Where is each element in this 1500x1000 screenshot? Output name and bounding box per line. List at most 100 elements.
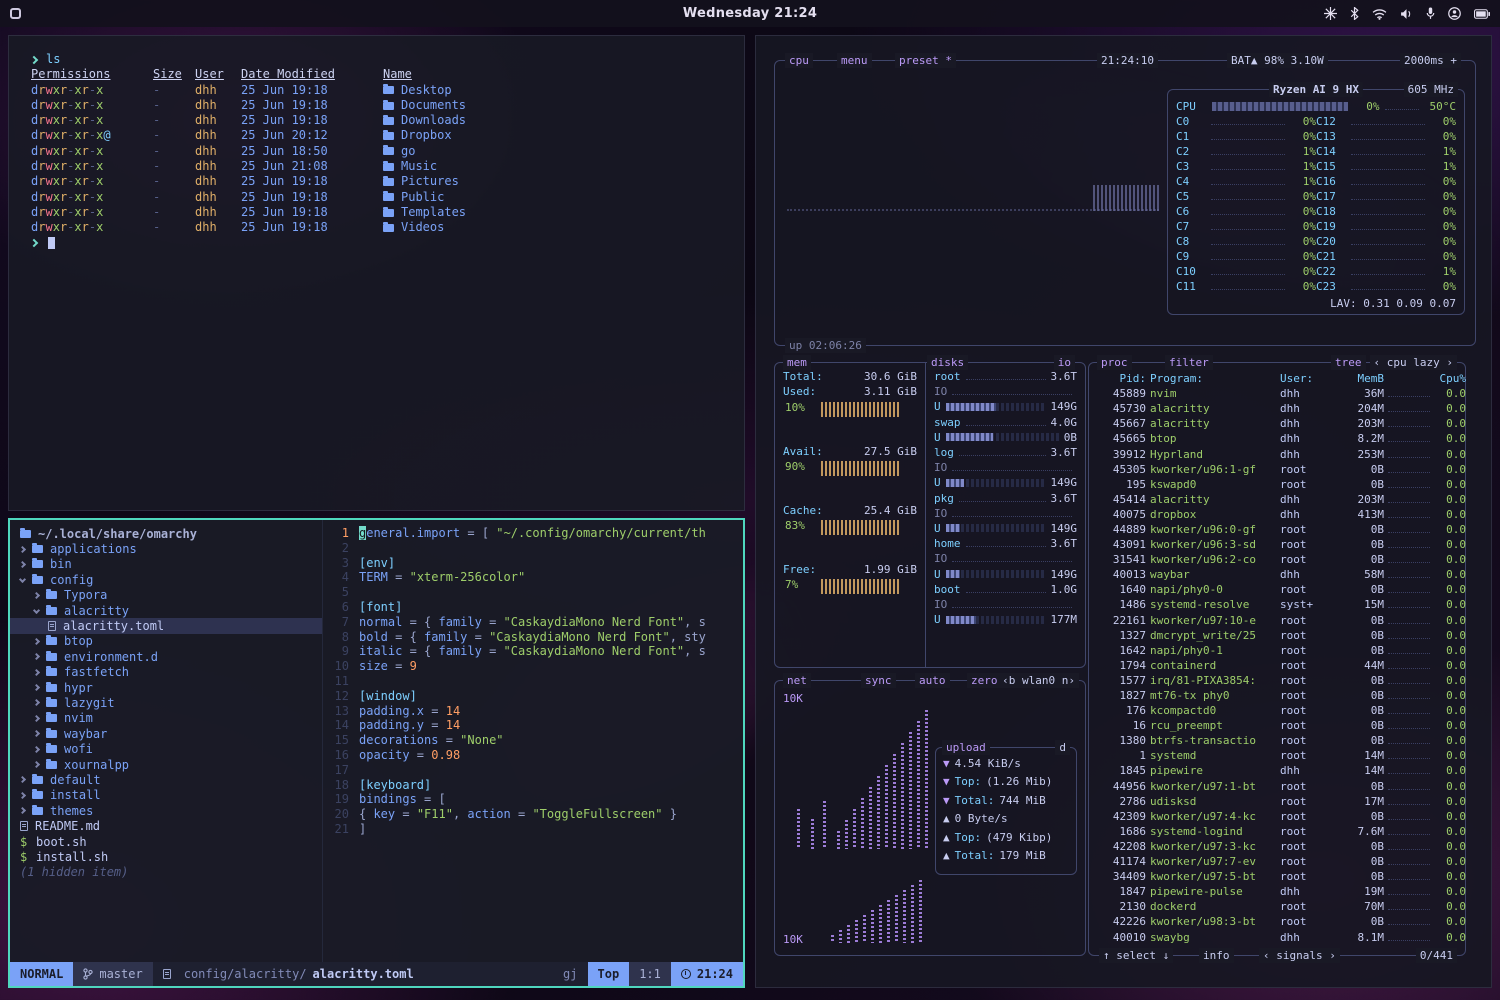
update-interval[interactable]: 2000ms + bbox=[1400, 53, 1461, 68]
process-row[interactable]: 40075dropboxdhh413M0.0 bbox=[1089, 507, 1465, 522]
code-line[interactable]: 13padding.x = 14 bbox=[323, 704, 743, 719]
process-row[interactable]: 45889nvimdhh36M0.0 bbox=[1089, 386, 1465, 401]
terminal-nvim[interactable]: ~/.local/share/omarchyapplicationsbincon… bbox=[8, 518, 745, 988]
code-line[interactable]: 6[font] bbox=[323, 600, 743, 615]
process-row[interactable]: 42309kworker/u97:4-kcroot0B0.0 bbox=[1089, 809, 1465, 824]
net-box-label[interactable]: net bbox=[783, 673, 811, 688]
tree-item-applications[interactable]: applications bbox=[10, 541, 322, 556]
info-button[interactable]: info bbox=[1199, 948, 1234, 963]
tree-item-xournalpp[interactable]: xournalpp bbox=[10, 757, 322, 772]
process-row[interactable]: 34409kworker/u97:5-btroot0B0.0 bbox=[1089, 869, 1465, 884]
net-sync-button[interactable]: sync bbox=[861, 673, 896, 688]
process-row[interactable]: 195kswapd0root0B0.0 bbox=[1089, 477, 1465, 492]
account-icon[interactable] bbox=[1448, 7, 1461, 20]
code-line[interactable]: 18[keyboard] bbox=[323, 778, 743, 793]
process-row[interactable]: 1686systemd-logindroot7.6M0.0 bbox=[1089, 824, 1465, 839]
tree-item-default[interactable]: default bbox=[10, 772, 322, 787]
process-row[interactable]: 43091kworker/u96:3-sdroot0B0.0 bbox=[1089, 537, 1465, 552]
git-branch[interactable]: master bbox=[73, 962, 152, 986]
net-interface[interactable]: ‹b wlan0 n› bbox=[998, 673, 1079, 688]
process-row[interactable]: 1827mt76-tx phy0root0B0.0 bbox=[1089, 688, 1465, 703]
code-line[interactable]: 14padding.y = 14 bbox=[323, 718, 743, 733]
code-line[interactable]: 19bindings = [ bbox=[323, 792, 743, 807]
tree-item-readme.md[interactable]: README.md bbox=[10, 818, 322, 833]
process-row[interactable]: 42226kworker/u98:3-btroot0B0.0 bbox=[1089, 914, 1465, 929]
code-line[interactable]: 7normal = { family = "CaskaydiaMono Nerd… bbox=[323, 615, 743, 630]
code-line[interactable]: 4TERM = "xterm-256color" bbox=[323, 570, 743, 585]
process-row[interactable]: 39912Hyprlanddhh253M0.0 bbox=[1089, 446, 1465, 461]
process-row[interactable]: 45414alacrittydhh203M0.0 bbox=[1089, 492, 1465, 507]
preset-button[interactable]: preset * bbox=[895, 53, 956, 68]
filter-button[interactable]: filter bbox=[1165, 355, 1213, 370]
process-row[interactable]: 1640napi/phy0-0root0B0.0 bbox=[1089, 582, 1465, 597]
code-line[interactable]: 2 bbox=[323, 541, 743, 556]
battery-icon[interactable] bbox=[1474, 9, 1490, 19]
process-row[interactable]: 2786udisksdroot17M0.0 bbox=[1089, 794, 1465, 809]
process-row[interactable]: 1577irq/81-PIXA3854:root0B0.0 bbox=[1089, 673, 1465, 688]
process-row[interactable]: 40013waybardhh58M0.0 bbox=[1089, 567, 1465, 582]
terminal-ls[interactable]: ls PermissionsSizeUserDate ModifiedNamed… bbox=[8, 35, 745, 511]
code-line[interactable]: 3[env] bbox=[323, 556, 743, 571]
tree-item-nvim[interactable]: nvim bbox=[10, 711, 322, 726]
code-line[interactable]: 15decorations = "None" bbox=[323, 733, 743, 748]
process-row[interactable]: 1794containerdroot44M0.0 bbox=[1089, 658, 1465, 673]
process-row[interactable]: 1systemdroot14M0.0 bbox=[1089, 748, 1465, 763]
snowflake-icon[interactable] bbox=[1324, 7, 1337, 20]
terminal-btop[interactable]: cpu menu preset * 21:24:10 BAT▲ 98% 3.10… bbox=[755, 35, 1492, 988]
signals-button[interactable]: ‹ signals › bbox=[1259, 948, 1340, 963]
process-row[interactable]: 40010swaybgdhh8.1M0.0 bbox=[1089, 929, 1465, 944]
tree-item-alacritty.toml[interactable]: alacritty.toml bbox=[10, 618, 322, 633]
process-row[interactable]: 176kcompactd0root0B0.0 bbox=[1089, 703, 1465, 718]
process-row[interactable]: 44956kworker/u97:1-btroot0B0.0 bbox=[1089, 779, 1465, 794]
sort-selector[interactable]: ‹ cpu lazy › bbox=[1370, 355, 1457, 370]
process-row[interactable]: 1642napi/phy0-1root0B0.0 bbox=[1089, 643, 1465, 658]
select-hint[interactable]: ↑ select ↓ bbox=[1099, 948, 1173, 963]
code-line[interactable]: 16opacity = 0.98 bbox=[323, 748, 743, 763]
tree-item-hypr[interactable]: hypr bbox=[10, 680, 322, 695]
process-row[interactable]: 1380btrfs-transactioroot0B0.0 bbox=[1089, 733, 1465, 748]
process-row[interactable]: 42208kworker/u97:3-kcroot0B0.0 bbox=[1089, 839, 1465, 854]
tree-toggle[interactable]: tree bbox=[1331, 355, 1366, 370]
io-label[interactable]: io bbox=[1054, 355, 1075, 370]
tree-item-fastfetch[interactable]: fastfetch bbox=[10, 665, 322, 680]
code-line[interactable]: 11 bbox=[323, 674, 743, 689]
process-row[interactable]: 1845pipewiredhh14M0.0 bbox=[1089, 763, 1465, 778]
code-line[interactable]: 10size = 9 bbox=[323, 659, 743, 674]
process-row[interactable]: 2130dockerdroot70M0.0 bbox=[1089, 899, 1465, 914]
tree-item-lazygit[interactable]: lazygit bbox=[10, 695, 322, 710]
disks-label[interactable]: disks bbox=[927, 355, 968, 370]
bluetooth-icon[interactable] bbox=[1350, 7, 1359, 20]
process-row[interactable]: 41174kworker/u97:7-evroot0B0.0 bbox=[1089, 854, 1465, 869]
code-line[interactable]: 21] bbox=[323, 822, 743, 837]
code-line[interactable]: 1general.import = [ "~/.config/omarchy/c… bbox=[323, 526, 743, 541]
tree-item-wofi[interactable]: wofi bbox=[10, 741, 322, 756]
tree-item-boot.sh[interactable]: $boot.sh bbox=[10, 834, 322, 849]
proc-box-label[interactable]: proc bbox=[1097, 355, 1132, 370]
process-row[interactable]: 1847pipewire-pulsedhh19M0.0 bbox=[1089, 884, 1465, 899]
clock[interactable]: Wednesday 21:24 bbox=[0, 6, 1500, 21]
process-row[interactable]: 1327dmcrypt_write/25root0B0.0 bbox=[1089, 628, 1465, 643]
net-auto-button[interactable]: auto bbox=[915, 673, 950, 688]
code-line[interactable]: 9italic = { family = "CaskaydiaMono Nerd… bbox=[323, 644, 743, 659]
tree-item-bin[interactable]: bin bbox=[10, 557, 322, 572]
process-row[interactable]: 1486systemd-resolvesyst+15M0.0 bbox=[1089, 597, 1465, 612]
process-row[interactable]: 31541kworker/u96:2-coroot0B0.0 bbox=[1089, 552, 1465, 567]
tree-item-waybar[interactable]: waybar bbox=[10, 726, 322, 741]
tree-item-config[interactable]: config bbox=[10, 572, 322, 587]
process-row[interactable]: 45665btopdhh8.2M0.0 bbox=[1089, 431, 1465, 446]
process-row[interactable]: 16rcu_preemptroot0B0.0 bbox=[1089, 718, 1465, 733]
code-line[interactable]: 20{ key = "F11", action = "ToggleFullscr… bbox=[323, 807, 743, 822]
tree-item-themes[interactable]: themes bbox=[10, 803, 322, 818]
microphone-icon[interactable] bbox=[1426, 7, 1435, 20]
menu-button[interactable]: menu bbox=[837, 53, 872, 68]
code-line[interactable]: 5 bbox=[323, 585, 743, 600]
code-line[interactable]: 12[window] bbox=[323, 689, 743, 704]
tree-item-typora[interactable]: Typora bbox=[10, 588, 322, 603]
tree-item-btop[interactable]: btop bbox=[10, 634, 322, 649]
process-row[interactable]: 45667alacrittydhh203M0.0 bbox=[1089, 416, 1465, 431]
cpu-box-label[interactable]: cpu bbox=[785, 53, 813, 68]
net-zero-button[interactable]: zero bbox=[967, 673, 1002, 688]
volume-icon[interactable] bbox=[1400, 8, 1413, 20]
process-row[interactable]: 44889kworker/u96:0-gfroot0B0.0 bbox=[1089, 522, 1465, 537]
tree-item-environment.d[interactable]: environment.d bbox=[10, 649, 322, 664]
